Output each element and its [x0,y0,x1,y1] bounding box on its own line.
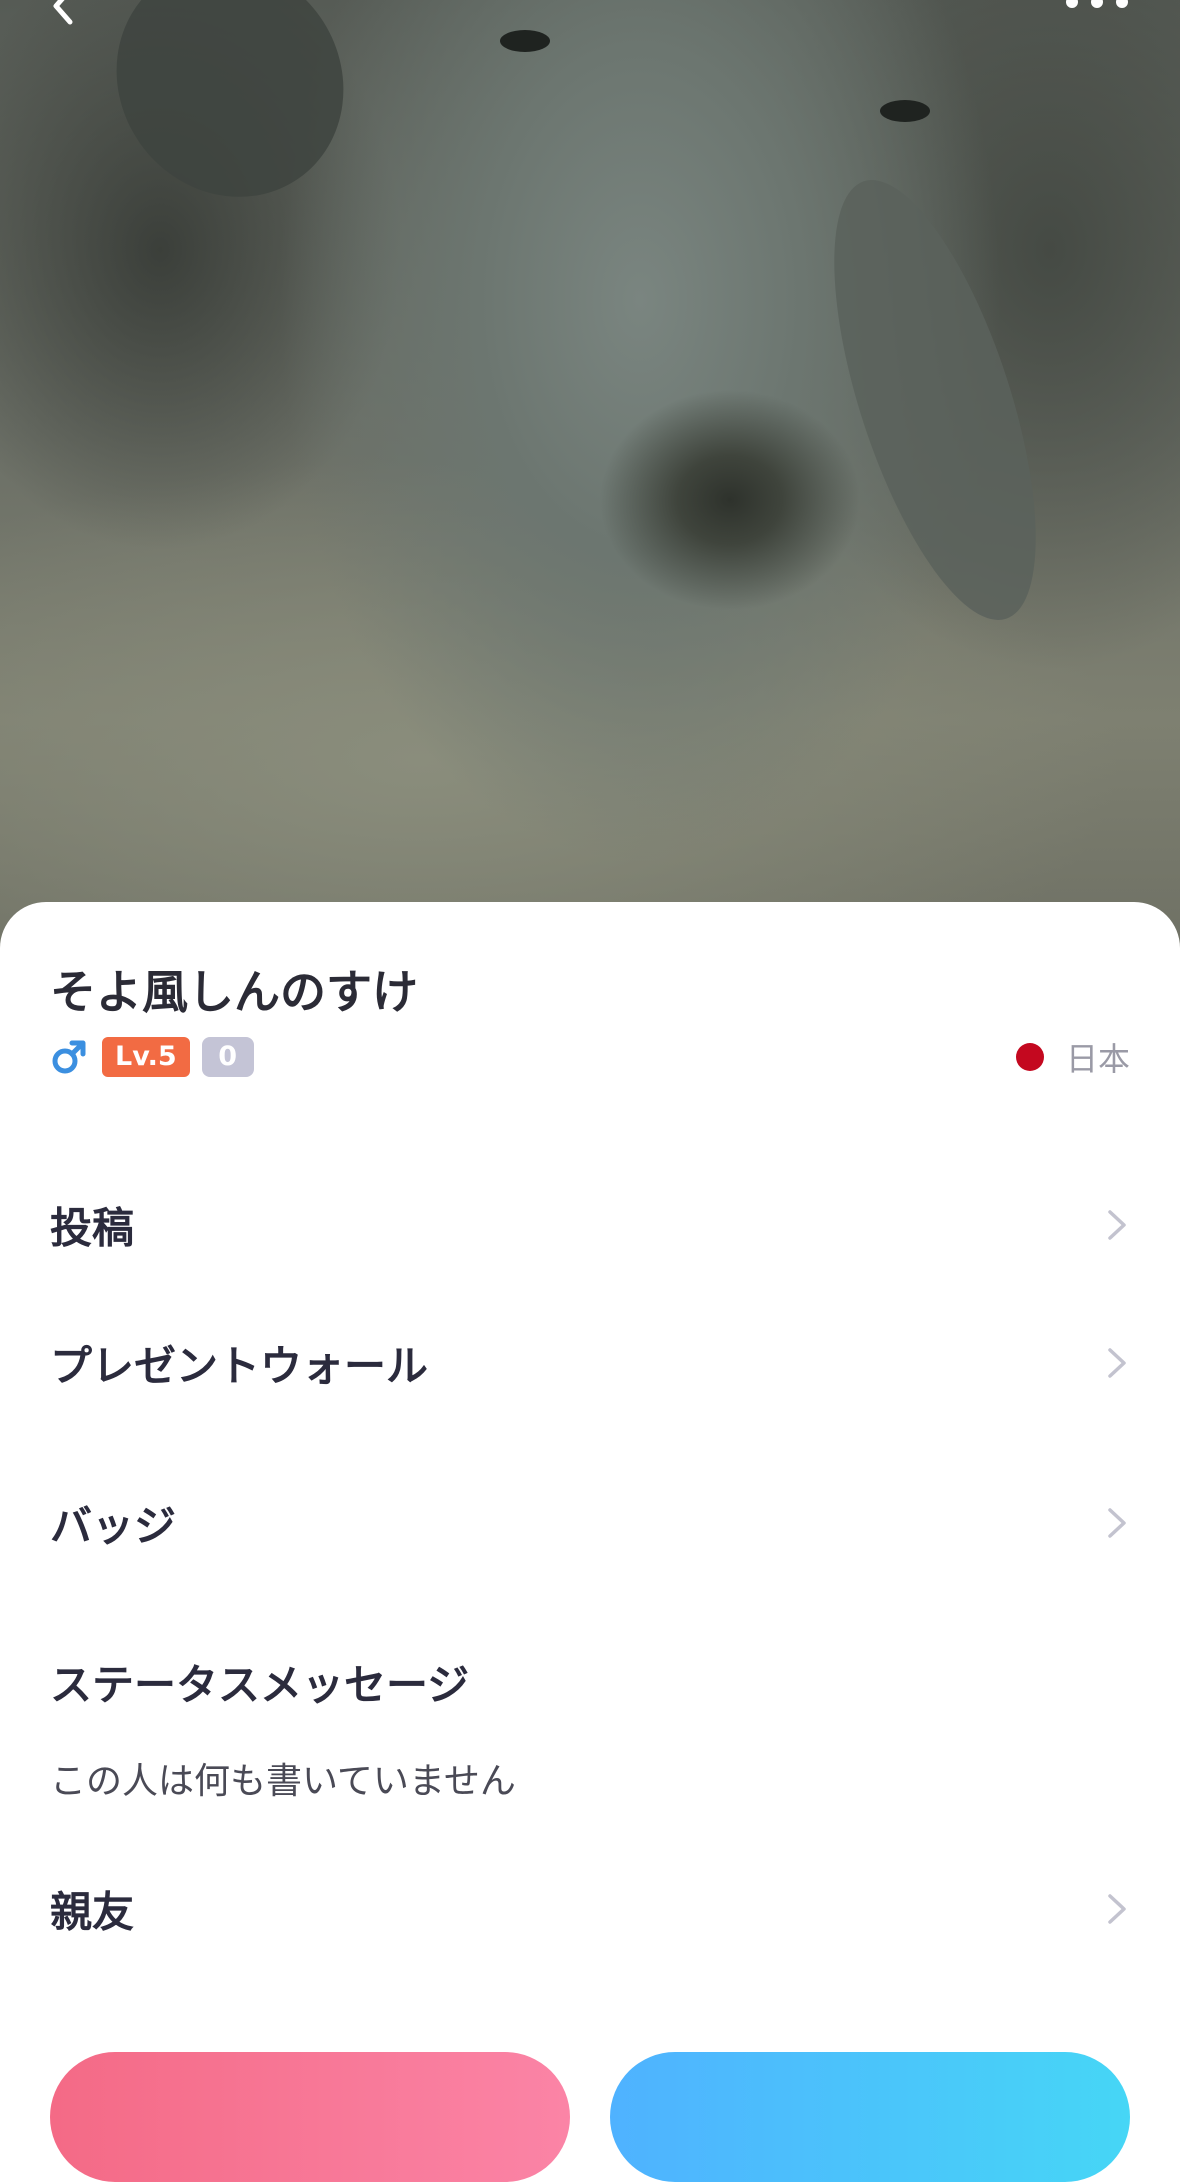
more-horizontal-icon [1066,0,1128,8]
profile-name: そよ風しんのすけ [50,965,418,1019]
count-badge: 0 [201,1037,254,1077]
back-button[interactable] [44,0,84,26]
menu-item-label: プレゼントウォール [50,1341,429,1391]
goat-ear-right [792,158,1078,642]
blue-action-button[interactable] [610,2052,1130,2182]
male-icon [52,1040,86,1074]
chevron-right-icon [1108,1894,1126,1924]
profile-card: そよ風しんのすけ Lv.5 0 日本 投稿 プレゼントウォール バッジ ステータ… [0,902,1180,2098]
country-info: 日本 [1015,1036,1130,1078]
profile-badges: Lv.5 0 [50,1036,254,1078]
menu-item-label: バッジ [50,1501,177,1551]
more-button[interactable] [1062,0,1132,12]
status-message-title: ステータスメッセージ [50,1660,470,1710]
menu-item-present-wall[interactable]: プレゼントウォール [0,1313,1180,1413]
menu-item-badges[interactable]: バッジ [0,1473,1180,1573]
chevron-left-icon [53,0,73,25]
pink-action-button[interactable] [50,2052,570,2182]
chevron-right-icon [1108,1210,1126,1240]
menu-item-label: 親友 [50,1887,135,1937]
chevron-right-icon [1108,1508,1126,1538]
status-message-text: この人は何も書いていません [50,1761,516,1802]
profile-cover-photo [0,0,1180,960]
level-badge: Lv.5 [102,1037,190,1077]
chevron-right-icon [1108,1348,1126,1378]
status-message-section: ステータスメッセージ [0,1632,1180,1732]
goat-eye-right [880,100,930,122]
menu-item-best-friends[interactable]: 親友 [0,1859,1180,1959]
japan-flag-icon [1015,1043,1044,1071]
menu-item-label: 投稿 [50,1203,135,1253]
country-label: 日本 [1065,1040,1130,1078]
menu-item-posts[interactable]: 投稿 [0,1175,1180,1275]
top-bar [0,0,1180,40]
